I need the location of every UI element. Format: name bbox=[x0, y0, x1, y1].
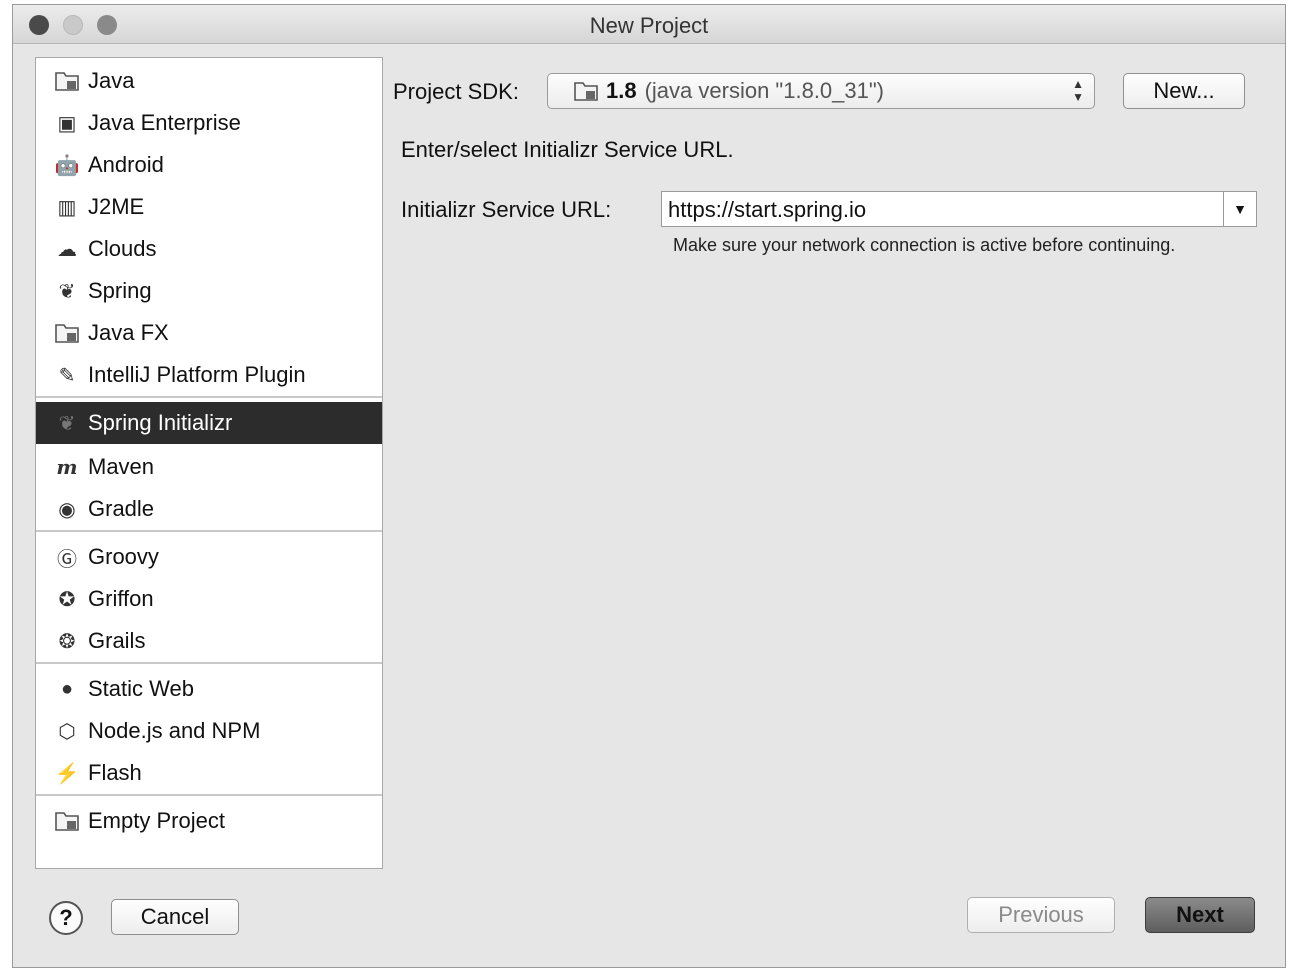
sdk-folder-icon bbox=[574, 82, 598, 101]
spring-initializr-icon: ❦ bbox=[58, 412, 76, 435]
project-type-label: Clouds bbox=[88, 236, 157, 261]
folder-icon bbox=[54, 808, 80, 834]
chevron-down-icon: ▼ bbox=[1233, 201, 1247, 217]
project-type-spring[interactable]: ❦ Spring bbox=[36, 270, 382, 312]
project-type-intellij-platform-plugin[interactable]: ✎ IntelliJ Platform Plugin bbox=[36, 354, 382, 396]
project-type-label: Java FX bbox=[88, 320, 169, 345]
new-sdk-button[interactable]: New... bbox=[1123, 73, 1245, 109]
previous-button[interactable]: Previous bbox=[967, 897, 1115, 933]
list-group-divider bbox=[36, 530, 382, 532]
project-type-maven[interactable]: m Maven bbox=[36, 446, 382, 488]
list-group-divider bbox=[36, 396, 382, 398]
project-type-label: Spring bbox=[88, 278, 152, 303]
initializr-url-input[interactable] bbox=[662, 192, 1230, 228]
project-type-android[interactable]: 🤖 Android bbox=[36, 144, 382, 186]
nodejs-icon: ⬡ bbox=[58, 720, 76, 743]
globe-icon: ● bbox=[60, 677, 74, 700]
project-type-grails[interactable]: ❂ Grails bbox=[36, 620, 382, 662]
clouds-icon: ☁ bbox=[57, 238, 77, 261]
list-group-divider bbox=[36, 662, 382, 664]
select-arrows-icon: ▲ ▼ bbox=[1072, 77, 1084, 104]
flash-icon: ⚡ bbox=[54, 762, 80, 785]
spring-leaf-icon: ❦ bbox=[58, 280, 76, 303]
project-type-label: Griffon bbox=[88, 586, 154, 611]
sdk-version-detail: (java version "1.8.0_31") bbox=[644, 78, 885, 103]
project-type-java-enterprise[interactable]: ▣ Java Enterprise bbox=[36, 102, 382, 144]
project-type-label: Groovy bbox=[88, 544, 159, 569]
j2me-icon: ▥ bbox=[57, 196, 77, 219]
java-enterprise-icon: ▣ bbox=[57, 112, 77, 135]
new-project-dialog: New Project Java ▣ Java Enterprise 🤖 Android… bbox=[12, 4, 1286, 968]
project-type-label: Android bbox=[88, 152, 164, 177]
gradle-icon: ◉ bbox=[58, 498, 76, 521]
network-hint: Make sure your network connection is act… bbox=[673, 235, 1176, 255]
groovy-icon: Ⓖ bbox=[57, 548, 77, 571]
initializr-url-combobox[interactable]: ▼ bbox=[661, 191, 1257, 228]
project-type-java-fx[interactable]: Java FX bbox=[36, 312, 382, 354]
project-type-label: Node.js and NPM bbox=[88, 718, 261, 743]
project-type-griffon[interactable]: ✪ Griffon bbox=[36, 578, 382, 620]
list-group-divider bbox=[36, 794, 382, 796]
project-type-label: Java bbox=[88, 68, 135, 93]
project-type-list: Java ▣ Java Enterprise 🤖 Android ▥ J2ME ☁ Clouds… bbox=[35, 57, 383, 869]
project-type-label: J2ME bbox=[88, 194, 145, 219]
sdk-version: 1.8 bbox=[606, 78, 637, 103]
initializr-url-label: Initializr Service URL: bbox=[401, 197, 612, 222]
maven-icon: m bbox=[56, 455, 78, 479]
initializr-heading: Enter/select Initializr Service URL. bbox=[401, 137, 734, 162]
plugin-icon: ✎ bbox=[58, 364, 76, 387]
project-type-label: Flash bbox=[88, 760, 142, 785]
next-button[interactable]: Next bbox=[1145, 897, 1255, 933]
project-type-label: Empty Project bbox=[88, 808, 225, 833]
project-type-label: Grails bbox=[88, 628, 146, 653]
folder-icon bbox=[54, 68, 80, 94]
griffon-icon: ✪ bbox=[58, 588, 76, 611]
project-type-j2me[interactable]: ▥ J2ME bbox=[36, 186, 382, 228]
project-sdk-label: Project SDK: bbox=[393, 79, 519, 104]
window-title: New Project bbox=[589, 13, 709, 38]
project-type-java[interactable]: Java bbox=[36, 60, 382, 102]
project-type-node-js-and-npm[interactable]: ⬡ Node.js and NPM bbox=[36, 710, 382, 752]
project-type-label: IntelliJ Platform Plugin bbox=[88, 362, 306, 387]
title-bar: New Project bbox=[13, 5, 1285, 44]
project-type-empty-project[interactable]: Empty Project bbox=[36, 800, 382, 842]
project-type-flash[interactable]: ⚡ Flash bbox=[36, 752, 382, 794]
project-type-label: Gradle bbox=[88, 496, 155, 521]
grails-icon: ❂ bbox=[58, 630, 76, 653]
project-type-spring-initializr[interactable]: ❦ Spring Initializr bbox=[36, 402, 382, 444]
project-type-label: Java Enterprise bbox=[88, 110, 241, 135]
url-dropdown-button[interactable]: ▼ bbox=[1223, 192, 1256, 226]
project-type-label: Spring Initializr bbox=[88, 410, 233, 435]
project-type-label: Static Web bbox=[88, 676, 194, 701]
project-type-static-web[interactable]: ● Static Web bbox=[36, 668, 382, 710]
project-sdk-select[interactable]: 1.8 (java version "1.8.0_31") ▲ ▼ bbox=[547, 73, 1095, 109]
project-type-label: Maven bbox=[88, 454, 155, 479]
project-type-gradle[interactable]: ◉ Gradle bbox=[36, 488, 382, 530]
project-type-clouds[interactable]: ☁ Clouds bbox=[36, 228, 382, 270]
folder-icon bbox=[54, 320, 80, 346]
project-type-groovy[interactable]: Ⓖ Groovy bbox=[36, 536, 382, 578]
cancel-button[interactable]: Cancel bbox=[111, 899, 239, 935]
android-icon: 🤖 bbox=[54, 154, 80, 177]
help-button[interactable]: ? bbox=[49, 901, 83, 935]
